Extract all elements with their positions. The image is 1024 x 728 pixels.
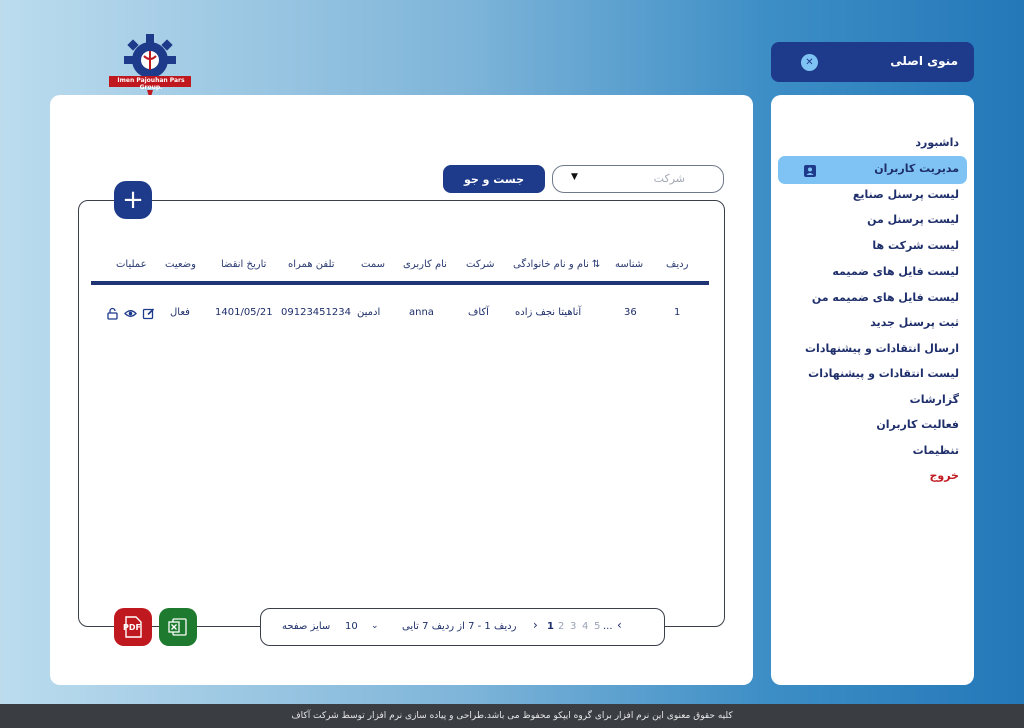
export-excel-button[interactable] bbox=[159, 608, 197, 646]
sidebar-item-send-feedback[interactable]: ارسال انتقادات و پیشنهادات bbox=[805, 342, 959, 355]
column-header-username: نام کاربری bbox=[403, 259, 447, 270]
row-actions bbox=[106, 305, 155, 320]
pager-next-icon[interactable]: ‹ bbox=[617, 618, 622, 632]
pager-ellipsis[interactable]: ... bbox=[603, 621, 613, 632]
pagination-bar: ‹ ... 5 4 3 2 1 › ردیف 1 - 7 از ردیف 7 ت… bbox=[260, 608, 665, 646]
add-user-button[interactable]: + bbox=[114, 181, 152, 219]
sidebar-item-new-personnel[interactable]: ثبت پرسنل جدید bbox=[870, 316, 959, 329]
column-header-row: ردیف bbox=[666, 259, 689, 270]
name-header-label: نام و نام خانوادگی bbox=[513, 259, 589, 270]
cell-row: 1 bbox=[674, 307, 681, 318]
pager-page-4[interactable]: 4 bbox=[582, 621, 588, 632]
close-icon[interactable]: ✕ bbox=[801, 54, 818, 71]
main-menu-title: منوی اصلی bbox=[890, 54, 958, 68]
column-header-expiry: تاریخ انقضا bbox=[221, 259, 267, 270]
cell-status: فعال bbox=[170, 307, 190, 318]
chevron-down-icon: ▼ bbox=[571, 172, 578, 182]
search-button[interactable]: جست و جو bbox=[443, 165, 545, 193]
footer-copyright: کلیه حقوق معنوی این نرم افزار برای گروه … bbox=[291, 711, 733, 721]
column-header-company: شرکت bbox=[466, 259, 495, 270]
page-size-value[interactable]: 10 bbox=[345, 621, 358, 632]
logo-text: Imen Pajouhan Pars Group. bbox=[117, 77, 185, 91]
company-filter-select[interactable]: شرکت ▼ bbox=[552, 165, 724, 193]
column-header-id: شناسه bbox=[615, 259, 644, 270]
plus-icon: + bbox=[122, 185, 144, 215]
cell-id: 36 bbox=[624, 307, 637, 318]
pager-page-3[interactable]: 3 bbox=[570, 621, 576, 632]
excel-icon bbox=[168, 618, 187, 636]
sidebar-item-dashboard[interactable]: داشبورد bbox=[915, 136, 959, 149]
column-header-name[interactable]: نام و نام خانوادگی ⇅ bbox=[513, 259, 600, 270]
export-pdf-button[interactable]: PDF bbox=[114, 608, 152, 646]
sidebar: داشبورد مدیریت کاربران لیست پرسنل صنایع … bbox=[771, 95, 974, 685]
sidebar-item-user-activity[interactable]: فعالیت کاربران bbox=[876, 418, 959, 431]
sort-icon[interactable]: ⇅ bbox=[592, 259, 600, 270]
column-header-phone: تلفن همراه bbox=[288, 259, 335, 270]
pdf-label: PDF bbox=[123, 623, 141, 632]
cell-username: anna bbox=[409, 307, 434, 318]
edit-icon[interactable] bbox=[142, 305, 155, 320]
column-header-actions: عملیات bbox=[116, 259, 147, 270]
sidebar-item-feedback-list[interactable]: لیست انتقادات و پیشنهادات bbox=[808, 367, 959, 380]
sidebar-item-reports[interactable]: گزارشات bbox=[910, 393, 959, 406]
cell-expiry: 1401/05/21 bbox=[215, 307, 273, 318]
pager-page-2[interactable]: 2 bbox=[558, 621, 564, 632]
sidebar-item-attachments[interactable]: لیست فایل های ضمیمه bbox=[832, 265, 959, 278]
page-size-label: سایز صفحه bbox=[282, 621, 331, 632]
sidebar-item-companies[interactable]: لیست شرکت ها bbox=[872, 239, 959, 252]
sidebar-item-user-management[interactable]: مدیریت کاربران bbox=[874, 162, 959, 175]
header-divider bbox=[91, 281, 709, 285]
column-header-status: وضعیت bbox=[165, 259, 196, 270]
eye-icon[interactable] bbox=[124, 305, 137, 318]
users-card-icon bbox=[803, 163, 817, 182]
sidebar-item-my-personnel[interactable]: لیست پرسنل من bbox=[867, 213, 959, 226]
pager-prev-icon[interactable]: › bbox=[533, 618, 538, 632]
main-menu-header: منوی اصلی ✕ bbox=[771, 42, 974, 82]
sidebar-item-logout[interactable]: خروج bbox=[929, 469, 959, 482]
cell-company: آکاف bbox=[468, 307, 489, 318]
sidebar-item-my-attachments[interactable]: لیست فایل های ضمیمه من bbox=[812, 291, 959, 304]
cell-role: ادمین bbox=[357, 307, 381, 318]
cell-name: آناهیتا نجف زاده bbox=[515, 307, 582, 318]
unlock-icon[interactable] bbox=[106, 305, 119, 320]
cell-phone: 09123451234 bbox=[281, 307, 351, 318]
pager-page-1[interactable]: 1 bbox=[547, 621, 554, 632]
column-header-role: سمت bbox=[361, 259, 385, 270]
sidebar-item-industry-personnel[interactable]: لیست پرسنل صنایع bbox=[853, 188, 959, 201]
pager-range-text: ردیف 1 - 7 از ردیف 7 تایی bbox=[402, 621, 517, 632]
pager-page-5[interactable]: 5 bbox=[594, 621, 600, 632]
main-panel: شرکت ▼ جست و جو + ردیف شناسه نام و نام خ… bbox=[50, 95, 753, 685]
sidebar-item-settings[interactable]: تنظیمات bbox=[913, 444, 959, 457]
company-logo: Imen Pajouhan Pars Group. bbox=[107, 34, 193, 102]
footer: کلیه حقوق معنوی این نرم افزار برای گروه … bbox=[0, 704, 1024, 728]
company-filter-placeholder: شرکت bbox=[653, 172, 685, 185]
chevron-down-icon[interactable]: ⌄ bbox=[371, 621, 379, 631]
